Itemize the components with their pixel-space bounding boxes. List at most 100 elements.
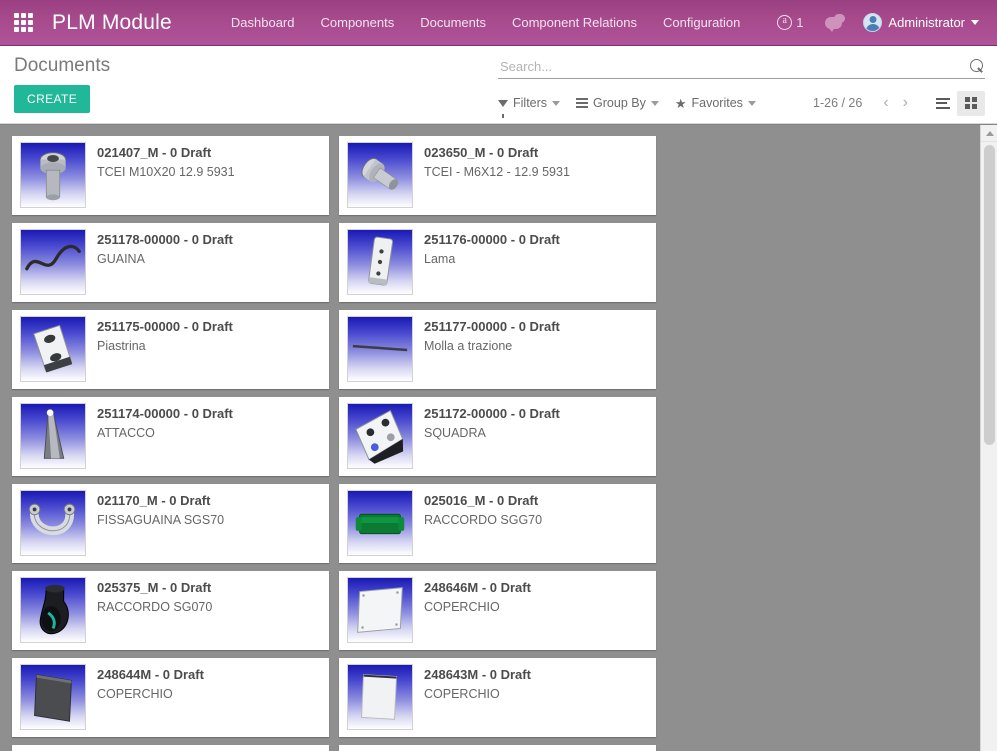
document-card[interactable]: 248646M - 0 Draft COPERCHIO xyxy=(339,571,656,650)
chevron-down-icon xyxy=(747,100,756,106)
document-title: 251177-00000 - 0 Draft xyxy=(424,319,560,334)
document-thumbnail xyxy=(347,316,413,382)
document-card[interactable]: 251174-00000 - 0 Draft ATTACCO xyxy=(12,397,329,476)
document-card[interactable]: 248645M - 1 DraftCOPERCHIO xyxy=(12,745,329,751)
messaging-button[interactable] xyxy=(816,13,851,32)
vertical-scrollbar[interactable] xyxy=(980,125,997,751)
document-description: COPERCHIO xyxy=(97,687,173,701)
document-card[interactable]: 251172-00000 - 0 Draft SQUADRA xyxy=(339,397,656,476)
group-by-label: Group By xyxy=(593,96,646,110)
thin-spring-icon xyxy=(348,317,412,381)
at-mention-icon xyxy=(777,15,793,30)
filter-toolbar: Filters Group By ★ Favorites 1-26 / 26 ‹… xyxy=(498,90,985,118)
document-card[interactable]: 023650_M - 0 Draft TCEI - M6X12 - 12.9 59… xyxy=(339,136,656,215)
control-panel-right: Filters Group By ★ Favorites 1-26 / 26 ‹… xyxy=(498,54,985,118)
user-menu[interactable]: Administrator xyxy=(855,0,985,46)
search-input[interactable] xyxy=(498,58,969,74)
document-card[interactable]: 025375_M - 0 Draft RACCORDO SG070 xyxy=(12,571,329,650)
document-card-body: 025375_M - 0 Draft RACCORDO SG070 xyxy=(86,577,321,616)
kanban-view-button[interactable] xyxy=(957,90,985,116)
dark-panel-icon xyxy=(21,665,85,729)
document-description: FISSAGUAINA SGS70 xyxy=(97,513,225,527)
document-thumbnail xyxy=(20,403,86,469)
document-description: RACCORDO SG070 xyxy=(97,600,213,614)
document-description: Piastrina xyxy=(97,339,146,353)
document-thumbnail xyxy=(347,229,413,295)
menu-item-dashboard[interactable]: Dashboard xyxy=(218,0,308,46)
document-card-body: 251178-00000 - 0 Draft GUAINA xyxy=(86,229,321,268)
document-description: COPERCHIO xyxy=(424,687,500,701)
document-thumbnail xyxy=(347,142,413,208)
document-card-body: 021170_M - 0 Draft FISSAGUAINA SGS70 xyxy=(86,490,321,529)
navbar-right-tools: 1 Administrator xyxy=(768,0,985,45)
menu-item-components[interactable]: Components xyxy=(308,0,408,46)
page-title: Documents xyxy=(14,55,111,76)
chevron-down-icon xyxy=(650,100,659,106)
document-thumbnail xyxy=(20,664,86,730)
document-card[interactable]: 251177-00000 - 0 Draft Molla a trazione xyxy=(339,310,656,389)
document-thumbnail xyxy=(20,142,86,208)
user-name: Administrator xyxy=(888,14,965,30)
filters-label: Filters xyxy=(513,96,548,110)
kanban-card-grid: 021407_M - 0 Draft TCEI M10X20 12.9 5931 0… xyxy=(0,125,997,751)
document-card-body: 248644M - 0 Draft COPERCHIO xyxy=(86,664,321,703)
document-description: SQUADRA xyxy=(424,426,486,440)
screw-angled-icon xyxy=(348,143,412,207)
mentions-button[interactable]: 1 xyxy=(768,0,812,46)
scrollbar-up-button[interactable] xyxy=(981,125,997,142)
document-title: 251176-00000 - 0 Draft xyxy=(424,232,560,247)
white-panel-icon xyxy=(348,578,412,642)
document-card[interactable]: 021407_M - 0 Draft TCEI M10X20 12.9 5931 xyxy=(12,136,329,215)
document-thumbnail xyxy=(347,403,413,469)
filters-dropdown[interactable]: Filters xyxy=(498,96,561,118)
document-title: 251174-00000 - 0 Draft xyxy=(97,406,233,421)
document-card-body: 025016_M - 0 Draft RACCORDO SGG70 xyxy=(413,490,648,529)
black-elbow-icon xyxy=(21,578,85,642)
mentions-count: 1 xyxy=(796,14,804,30)
document-card-body: 251175-00000 - 0 Draft Piastrina xyxy=(86,316,321,355)
document-thumbnail xyxy=(347,664,413,730)
pager: 1-26 / 26 ‹ › xyxy=(813,90,985,116)
scrollbar-thumb[interactable] xyxy=(984,145,995,445)
document-card[interactable]: 248924M - 0 DraftCOPERCHIO xyxy=(339,745,656,751)
search-bar xyxy=(498,54,985,79)
document-card[interactable]: 248643M - 0 Draft COPERCHIO xyxy=(339,658,656,737)
search-icon[interactable] xyxy=(969,58,985,74)
document-card[interactable]: 251175-00000 - 0 Draft Piastrina xyxy=(12,310,329,389)
blade-plate-icon xyxy=(348,230,412,294)
document-card[interactable]: 025016_M - 0 Draft RACCORDO SGG70 xyxy=(339,484,656,563)
apps-menu-toggle[interactable] xyxy=(8,8,38,38)
document-thumbnail xyxy=(20,490,86,556)
document-card[interactable]: 251176-00000 - 0 Draft Lama xyxy=(339,223,656,302)
screw-socket-head-icon xyxy=(21,143,85,207)
document-description: ATTACCO xyxy=(97,426,155,440)
menu-item-documents[interactable]: Documents xyxy=(407,0,499,46)
menu-item-component-relations[interactable]: Component Relations xyxy=(499,0,650,46)
document-card[interactable]: 021170_M - 0 Draft FISSAGUAINA SGS70 xyxy=(12,484,329,563)
list-view-button[interactable] xyxy=(929,91,957,116)
next-page-button[interactable]: › xyxy=(896,95,915,111)
document-thumbnail xyxy=(20,577,86,643)
document-title: 251172-00000 - 0 Draft xyxy=(424,406,560,421)
menu-item-configuration[interactable]: Configuration xyxy=(650,0,753,46)
document-thumbnail xyxy=(20,316,86,382)
document-thumbnail xyxy=(347,577,413,643)
document-card-body: 248646M - 0 Draft COPERCHIO xyxy=(413,577,648,616)
favorites-dropdown[interactable]: ★ Favorites xyxy=(675,96,756,110)
document-description: Molla a trazione xyxy=(424,339,513,353)
document-title: 248646M - 0 Draft xyxy=(424,580,531,595)
chevron-down-icon xyxy=(971,20,979,25)
document-title: 248643M - 0 Draft xyxy=(424,667,531,682)
previous-page-button[interactable]: ‹ xyxy=(876,95,895,111)
control-panel-left: Documents CREATE xyxy=(14,52,110,113)
favorites-label: Favorites xyxy=(691,96,743,110)
document-card[interactable]: 248644M - 0 Draft COPERCHIO xyxy=(12,658,329,737)
document-card[interactable]: 251178-00000 - 0 Draft GUAINA xyxy=(12,223,329,302)
view-switcher xyxy=(929,90,985,116)
kanban-view-icon xyxy=(965,97,977,109)
document-title: 021170_M - 0 Draft xyxy=(97,493,211,508)
kanban-scroll-area[interactable]: 021407_M - 0 Draft TCEI M10X20 12.9 5931 0… xyxy=(0,125,997,751)
document-description: TCEI M10X20 12.9 5931 xyxy=(97,165,235,179)
create-button[interactable]: CREATE xyxy=(14,85,91,113)
group-by-dropdown[interactable]: Group By xyxy=(576,96,659,110)
